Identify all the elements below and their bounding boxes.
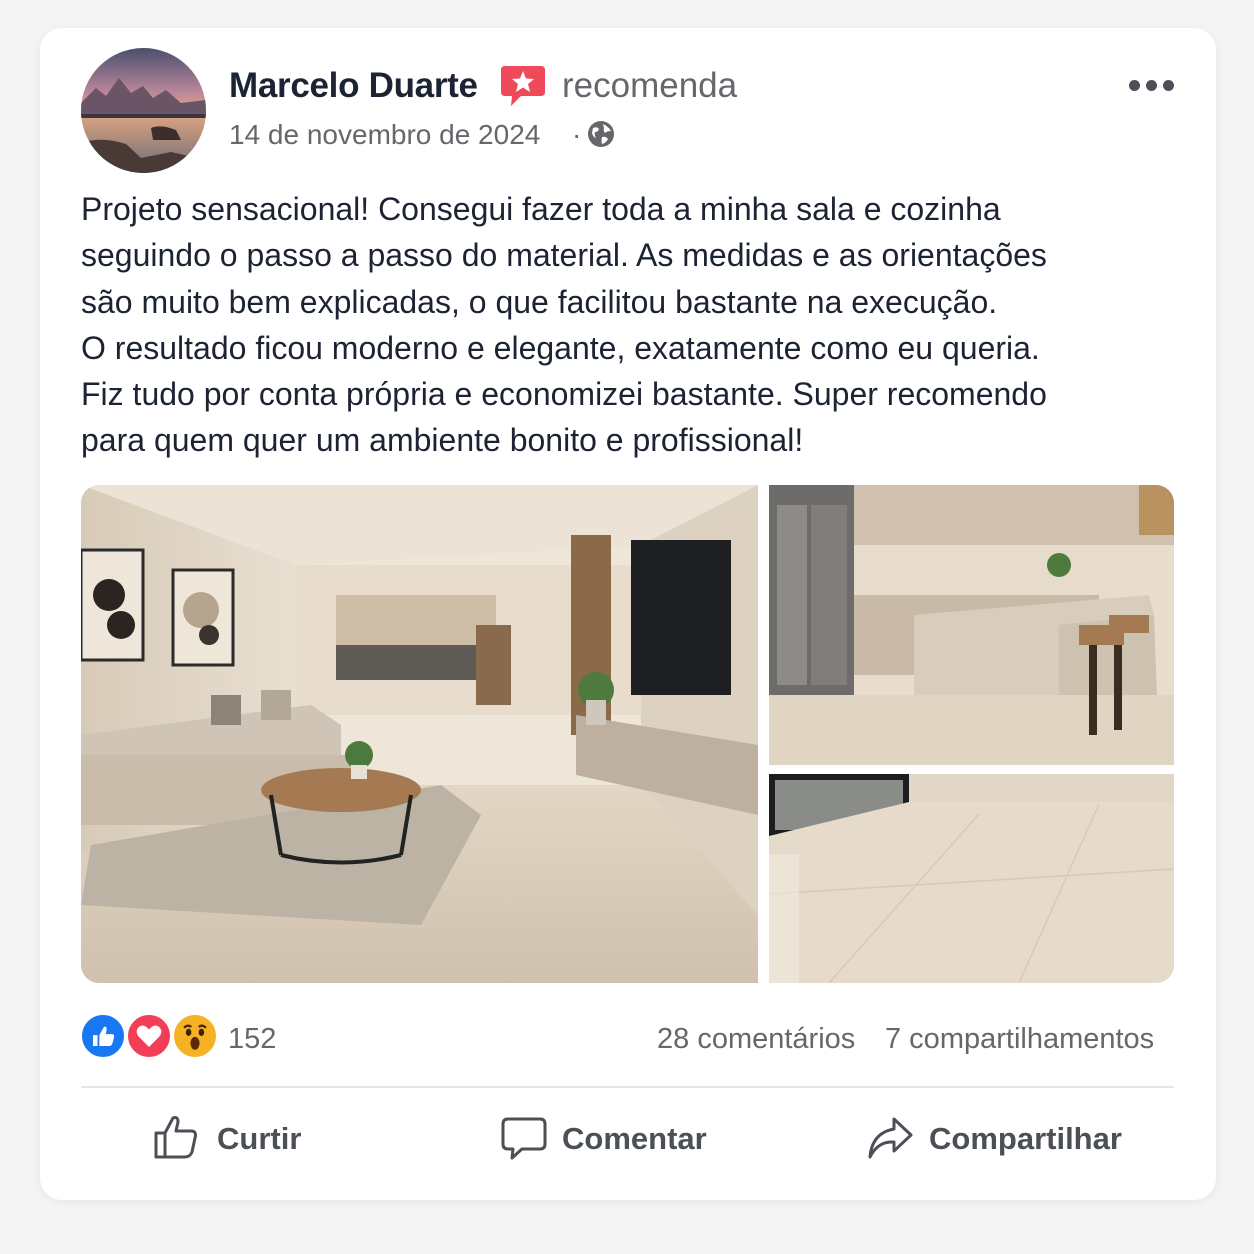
recommends-label: recomenda bbox=[562, 66, 738, 105]
author-avatar[interactable] bbox=[81, 48, 206, 173]
like-label: Curtir bbox=[217, 1121, 302, 1156]
comments-count[interactable]: 28 comentários bbox=[657, 1023, 855, 1056]
author-name[interactable]: Marcelo Duarte bbox=[229, 66, 478, 106]
reactions-count[interactable]: 152 bbox=[228, 1023, 276, 1056]
share-label: Compartilhar bbox=[929, 1121, 1122, 1156]
recommend-star-icon bbox=[501, 66, 545, 106]
share-arrow-icon bbox=[868, 1117, 913, 1159]
reactions-summary[interactable] bbox=[80, 1013, 220, 1061]
shares-count[interactable]: 7 compartilhamentos bbox=[885, 1023, 1154, 1056]
date-separator: · bbox=[572, 119, 582, 150]
post-text-line: O resultado ficou moderno e elegante, ex… bbox=[81, 329, 1040, 366]
share-button[interactable]: Compartilhar bbox=[866, 1113, 1128, 1163]
like-reaction-icon bbox=[80, 1013, 126, 1059]
more-options-icon[interactable] bbox=[1129, 78, 1175, 94]
comment-bubble-icon bbox=[501, 1117, 547, 1160]
post-text-line: são muito bem explicadas, o que facilito… bbox=[81, 283, 998, 320]
wow-reaction-icon bbox=[172, 1013, 218, 1059]
actions-divider bbox=[81, 1086, 1174, 1088]
love-reaction-icon bbox=[126, 1013, 172, 1059]
lake-sunset-avatar-image bbox=[81, 48, 206, 173]
post-card: Marcelo Duarte recomenda 14 de novembro … bbox=[40, 28, 1216, 1200]
thumbs-up-icon bbox=[154, 1116, 197, 1159]
post-text: Projeto sensacional! Consegui fazer toda… bbox=[81, 186, 1181, 464]
comment-label: Comentar bbox=[562, 1121, 707, 1156]
post-text-line: Fiz tudo por conta própria e economizei … bbox=[81, 376, 1047, 413]
kitchen-photo[interactable] bbox=[769, 485, 1174, 765]
living-room-image bbox=[81, 485, 758, 983]
kitchen-image bbox=[769, 485, 1174, 765]
comment-button[interactable]: Comentar bbox=[500, 1113, 710, 1163]
post-text-line: seguindo o passo a passo do material. As… bbox=[81, 237, 1047, 274]
post-date[interactable]: 14 de novembro de 2024 bbox=[229, 119, 540, 151]
like-button[interactable]: Curtir bbox=[152, 1113, 312, 1163]
post-text-line: para quem quer um ambiente bonito e prof… bbox=[81, 422, 804, 459]
globe-icon bbox=[588, 121, 614, 147]
living-room-photo[interactable] bbox=[81, 485, 758, 983]
floor-image bbox=[769, 774, 1174, 983]
floor-photo[interactable] bbox=[769, 774, 1174, 983]
post-text-line: Projeto sensacional! Consegui fazer toda… bbox=[81, 191, 1001, 227]
